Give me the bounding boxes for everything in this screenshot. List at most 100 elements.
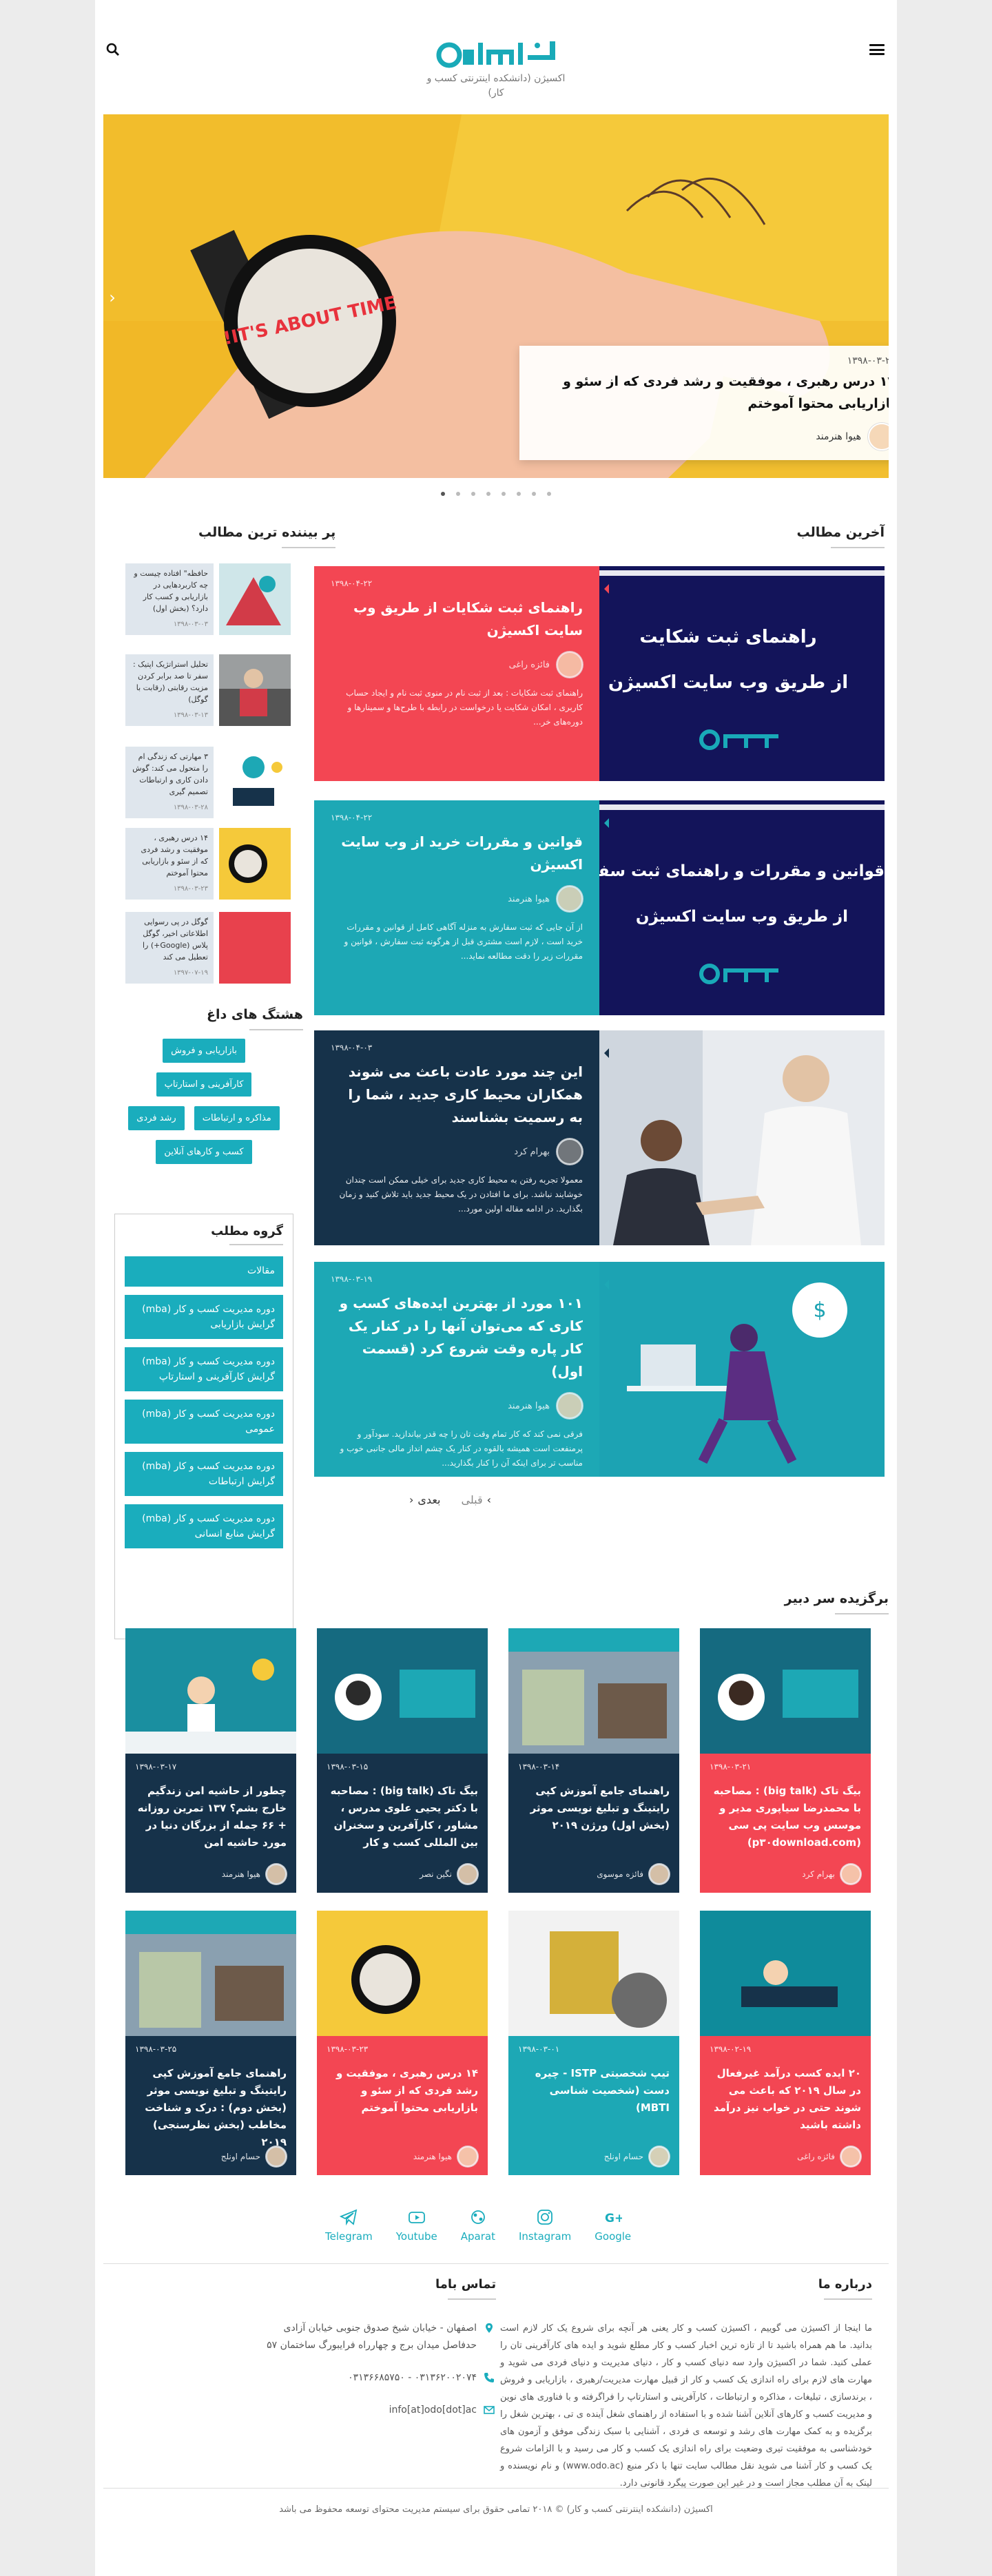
slide-author[interactable]: هیوا هنرمند	[816, 423, 889, 450]
post-image[interactable]	[599, 1030, 885, 1245]
post-title[interactable]: راهنمای ثبت شکایات از طریق وب سایت اکسیژ…	[331, 596, 583, 642]
slider-dot[interactable]	[517, 492, 521, 496]
popular-thumbnail[interactable]	[219, 828, 291, 900]
popular-title[interactable]: حافظه" افتاده چیست و چه کاربردهایی در با…	[131, 568, 208, 614]
editor-pick-card[interactable]: ۱۳۹۸-۰۲-۱۹ ۲۰ ایده کسب درآمد غیرفعال در س…	[700, 1911, 871, 2175]
slider-dot[interactable]	[532, 492, 536, 496]
post-author[interactable]: هیوا هنرمند	[331, 1393, 583, 1419]
popular-thumbnail[interactable]	[219, 563, 291, 635]
post-card[interactable]: قوانین و مقررات و راهنمای ثبت سفارش از ط…	[314, 800, 885, 1015]
search-icon[interactable]	[106, 43, 120, 56]
editor-pick-author[interactable]: فائزه موسوی	[597, 1864, 670, 1884]
slider-prev-arrow-icon[interactable]: ‹	[106, 288, 118, 307]
editor-pick-image[interactable]	[508, 1911, 679, 2036]
post-author[interactable]: فائزه راغی	[331, 652, 583, 678]
editor-pick-author[interactable]: فائزه راغی	[797, 2146, 861, 2167]
editor-pick-card[interactable]: ۱۳۹۸-۰۳-۱۵ بیگ تاک (big talk) : مصاحبه با…	[317, 1628, 488, 1893]
phone-text[interactable]: ۰۳۱۳۶۲۰۰۲۰۷۴ - ۰۳۱۳۶۶۸۵۷۵۰	[348, 2369, 477, 2387]
editor-pick-card[interactable]: ۱۳۹۸-۰۳-۱۷ چطور از حاشیه امن زندگیم خارج …	[125, 1628, 296, 1893]
editor-pick-card[interactable]: ۱۳۹۸-۰۳-۰۱ تیپ شخصیتی ISTP - چیره دست (شخ…	[508, 1911, 679, 2175]
tag-link[interactable]: کسب و کارهای آنلاین	[156, 1140, 252, 1164]
editor-pick-card[interactable]: ۱۳۹۸-۰۳-۲۱ بیگ تاک (big talk) : مصاحبه با…	[700, 1628, 871, 1893]
post-image[interactable]: قوانین و مقررات و راهنمای ثبت سفارش از ط…	[599, 800, 885, 1015]
editor-pick-image[interactable]	[508, 1628, 679, 1754]
slide-title[interactable]: ۱۴ درس رهبری ، موفقیت و رشد فردی که از س…	[533, 371, 889, 415]
editor-pick-image[interactable]	[700, 1911, 871, 2036]
editor-pick-card[interactable]: ۱۳۹۸-۰۳-۲۵ راهنمای جامع آموزش کپی رایتینگ…	[125, 1911, 296, 2175]
editor-pick-title[interactable]: راهنمای جامع آموزش کپی رایتینگ و تبلیغ ن…	[518, 1783, 670, 1834]
popular-item[interactable]: oogle گوگل در پی رسوایی اطلاعاتی اخیر، گ…	[114, 912, 291, 984]
post-card[interactable]: راهنمای ثبت شکایت از طریق وب سایت اکسیژن…	[314, 566, 885, 781]
post-card[interactable]: $ ۱۳۹۸-۰۳-۱۹ ۱۰۱ مورد از بهترین ایده‌های…	[314, 1262, 885, 1477]
editor-pick-title[interactable]: بیگ تاک (big talk) : مصاحبه با محمدرضا س…	[710, 1783, 861, 1851]
next-page-link[interactable]: بعدی ‹	[409, 1493, 441, 1506]
post-author[interactable]: هیوا هنرمند	[331, 886, 583, 912]
category-link[interactable]: مقالات	[125, 1256, 283, 1287]
featured-slider[interactable]: IT'S ABOUT TIME! ۱۳۹۸-۰۳-۲۳ ۱۴ درس رهبری…	[103, 114, 889, 478]
editor-pick-author[interactable]: هیوا هنرمند	[413, 2146, 478, 2167]
social-instagram[interactable]: Instagram	[519, 2208, 571, 2243]
popular-title[interactable]: تحلیل استراتژیک اپتیک : سفر تا صد برابر …	[131, 658, 208, 705]
slider-dot[interactable]	[502, 492, 506, 496]
editor-pick-title[interactable]: راهنمای جامع آموزش کپی رایتینگ و تبلیغ ن…	[135, 2065, 287, 2151]
site-logo[interactable]	[427, 36, 565, 74]
social-google[interactable]: G+ Google	[595, 2208, 631, 2243]
popular-item[interactable]: حافظه" افتاده چیست و چه کاربردهایی در با…	[114, 563, 291, 635]
social-aparat[interactable]: Aparat	[461, 2208, 495, 2243]
popular-title[interactable]: ۳ مهارتی که زندگی ام را متحول می کند: گو…	[131, 751, 208, 798]
editor-pick-author[interactable]: هیوا هنرمند	[222, 1864, 287, 1884]
post-card[interactable]: ۱۳۹۸-۰۴-۰۳ این چند مورد عادت باعث می شون…	[314, 1030, 885, 1245]
social-youtube[interactable]: Youtube	[396, 2208, 437, 2243]
editor-pick-title[interactable]: تیپ شخصیتی ISTP - چیره دست (شخصیت شناسی …	[518, 2065, 670, 2117]
editor-pick-author[interactable]: بهرام کرد	[802, 1864, 861, 1884]
slide-caption[interactable]: ۱۳۹۸-۰۳-۲۳ ۱۴ درس رهبری ، موفقیت و رشد ف…	[519, 346, 889, 460]
tag-link[interactable]: بازاریابی و فروش	[163, 1039, 245, 1063]
tag-link[interactable]: رشد فردی	[128, 1106, 185, 1130]
editor-pick-title[interactable]: ۲۰ ایده کسب درآمد غیرفعال در سال ۲۰۱۹ که…	[710, 2065, 861, 2134]
tag-link[interactable]: کارآفرینی و استارتاپ	[156, 1072, 252, 1097]
editor-pick-image[interactable]	[317, 1911, 488, 2036]
editor-pick-image[interactable]	[700, 1628, 871, 1754]
slider-dot[interactable]	[456, 492, 460, 496]
editor-pick-author[interactable]: حسام اونلج	[604, 2146, 670, 2167]
popular-item[interactable]: ۱۴ درس رهبری ، موفقیت و رشد فردی که از س…	[114, 828, 291, 900]
popular-thumbnail[interactable]	[219, 747, 291, 818]
category-link[interactable]: دوره مدیریت کسب و کار (mba) گرایش بازاری…	[125, 1295, 283, 1339]
post-title[interactable]: قوانین و مقررات خرید از وب سایت اکسیژن	[331, 831, 583, 876]
slider-dot[interactable]	[471, 492, 475, 496]
editor-pick-author[interactable]: حسام اونلج	[221, 2146, 287, 2167]
social-telegram[interactable]: Telegram	[325, 2208, 373, 2243]
post-author[interactable]: بهرام کرد	[331, 1139, 583, 1165]
editor-pick-image[interactable]	[317, 1628, 488, 1754]
popular-thumbnail[interactable]	[219, 654, 291, 726]
category-link[interactable]: دوره مدیریت کسب و کار (mba) گرایش منابع …	[125, 1504, 283, 1548]
post-title[interactable]: ۱۰۱ مورد از بهترین ایده‌های کسب و کاری ک…	[331, 1292, 583, 1383]
popular-item[interactable]: تحلیل استراتژیک اپتیک : سفر تا صد برابر …	[114, 654, 291, 726]
editor-pick-title[interactable]: چطور از حاشیه امن زندگیم خارج بشم؟ ۱۳۷ ت…	[135, 1783, 287, 1851]
post-image[interactable]: $	[599, 1262, 885, 1477]
slider-dots[interactable]	[95, 492, 897, 496]
editor-pick-image[interactable]	[125, 1911, 296, 2036]
popular-title[interactable]: گوگل در پی رسوایی اطلاعاتی اخیر، گوگل پل…	[131, 916, 208, 963]
editor-pick-title[interactable]: بیگ تاک (big talk) : مصاحبه با دکتر یحیی…	[327, 1783, 478, 1851]
category-link[interactable]: دوره مدیریت کسب و کار (mba) گرایش ارتباط…	[125, 1452, 283, 1496]
email-text[interactable]: info[at]odo[dot]ac	[389, 2402, 477, 2419]
post-image[interactable]: راهنمای ثبت شکایت از طریق وب سایت اکسیژن	[599, 566, 885, 781]
editor-pick-image[interactable]	[125, 1628, 296, 1754]
category-link[interactable]: دوره مدیریت کسب و کار (mba) عمومی	[125, 1400, 283, 1444]
editor-pick-title[interactable]: ۱۴ درس رهبری ، موفقیت و رشد فردی که از س…	[327, 2065, 478, 2117]
editor-pick-card[interactable]: ۱۳۹۸-۰۳-۱۴ راهنمای جامع آموزش کپی رایتینگ…	[508, 1628, 679, 1893]
prev-page-link[interactable]: › قبلی	[462, 1493, 492, 1506]
category-link[interactable]: دوره مدیریت کسب و کار (mba) گرایش کارآفر…	[125, 1347, 283, 1391]
popular-item[interactable]: ۳ مهارتی که زندگی ام را متحول می کند: گو…	[114, 747, 291, 818]
editor-pick-author[interactable]: نگین نصر	[420, 1864, 478, 1884]
slider-dot[interactable]	[486, 492, 490, 496]
slider-dot[interactable]	[547, 492, 551, 496]
popular-thumbnail[interactable]: oogle	[219, 912, 291, 984]
editor-pick-card[interactable]: ۱۳۹۸-۰۳-۲۳ ۱۴ درس رهبری ، موفقیت و رشد فر…	[317, 1911, 488, 2175]
hamburger-menu-icon[interactable]	[869, 44, 885, 55]
popular-title[interactable]: ۱۴ درس رهبری ، موفقیت و رشد فردی که از س…	[131, 832, 208, 879]
slider-dot[interactable]	[441, 492, 445, 496]
tag-link[interactable]: مذاکره و ارتباطات	[194, 1106, 280, 1130]
post-title[interactable]: این چند مورد عادت باعث می شوند همکاران م…	[331, 1061, 583, 1129]
